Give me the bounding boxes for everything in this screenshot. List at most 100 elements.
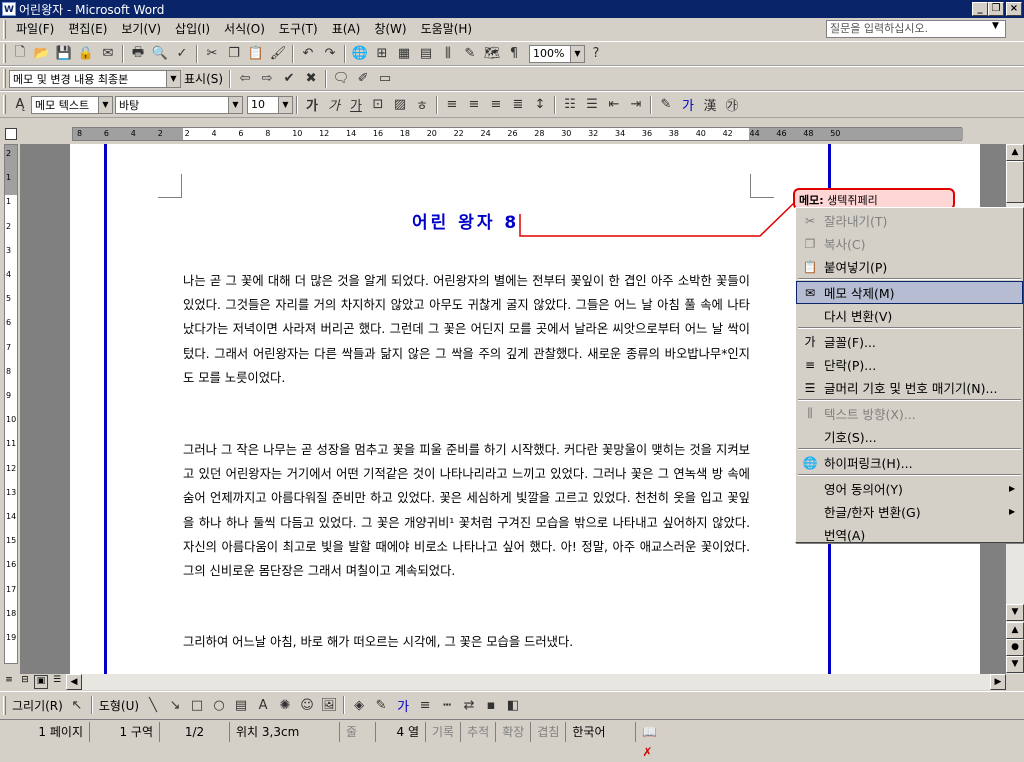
outline-view-button[interactable]: ☰	[50, 675, 64, 689]
status-language[interactable]: 한국어	[566, 722, 637, 742]
print-icon[interactable]: 🖶	[127, 44, 149, 64]
context-menu-item[interactable]: ✉ 메모 삭제(M)	[796, 281, 1023, 304]
menu-help[interactable]: 도움말(H)	[414, 19, 480, 39]
horizontal-ruler[interactable]: 8 6 4 2 2 4 6 8 10 12 14 16 18 20 22 24 26 28 30 32 34 36 38 40…	[0, 124, 1024, 144]
font-color-icon[interactable]: 가	[677, 95, 699, 115]
format-painter-icon[interactable]: 🖌	[267, 44, 289, 64]
underline-icon[interactable]: 가	[345, 95, 367, 115]
scroll-thumb[interactable]	[1006, 161, 1024, 203]
permission-icon[interactable]: 🔒	[75, 44, 97, 64]
web-view-button[interactable]: ⊟	[18, 675, 32, 689]
horizontal-scrollbar[interactable]: ≡ ⊟ ▣ ☰ ◀ ▶	[0, 674, 1024, 691]
autoshapes-button[interactable]: 도형(U)	[96, 697, 142, 714]
menu-insert[interactable]: 삽입(I)	[168, 19, 217, 39]
bullets-icon[interactable]: ☰	[581, 95, 603, 115]
show-menu-button[interactable]: 표시(S)	[181, 70, 226, 87]
menubar-grip[interactable]	[3, 19, 6, 39]
align-right-icon[interactable]: ≡	[485, 95, 507, 115]
justify-icon[interactable]: ≣	[507, 95, 529, 115]
restore-button[interactable]: ❐	[988, 2, 1004, 16]
drawing-grip[interactable]	[3, 695, 6, 715]
help-question-input[interactable]: 질문을 입력하십시오.	[826, 20, 1006, 38]
toolbar-grip[interactable]	[3, 44, 6, 63]
display-for-review-select[interactable]: 메모 및 변경 내용 최종본 ▼	[9, 69, 181, 88]
print-layout-button[interactable]: ▣	[34, 675, 48, 689]
spelling-status-icon[interactable]: 📖✗	[636, 722, 668, 759]
size-dropdown-icon[interactable]: ▼	[278, 96, 292, 113]
3d-icon[interactable]: ◧	[502, 695, 524, 715]
context-menu-item[interactable]: 번역(A)	[796, 523, 1023, 546]
phonetic-guide-icon[interactable]: ㅎ	[411, 95, 433, 115]
tables-borders-icon[interactable]: ⊞	[371, 44, 393, 64]
drawing-icon[interactable]: ✎	[459, 44, 481, 64]
dash-style-icon[interactable]: ┅	[436, 695, 458, 715]
context-menu-item[interactable]: 📋 붙여넣기(P)	[796, 255, 1023, 278]
diagram-icon[interactable]: ✺	[274, 695, 296, 715]
line-icon[interactable]: ╲	[142, 695, 164, 715]
reviewing-grip[interactable]	[3, 69, 6, 88]
spelling-icon[interactable]: ✓	[171, 44, 193, 64]
browse-object-button[interactable]: ●	[1006, 639, 1024, 656]
reviewing-pane-icon[interactable]: ▭	[374, 69, 396, 89]
previous-page-button[interactable]: ▲	[1006, 622, 1024, 639]
font-select[interactable]: 바탕 ▼	[115, 95, 243, 114]
email-icon[interactable]: ✉	[97, 44, 119, 64]
context-menu-item[interactable]: 한글/한자 변환(G) ▶	[796, 500, 1023, 523]
normal-view-button[interactable]: ≡	[2, 675, 16, 689]
document-map-icon[interactable]: 🗺	[481, 44, 503, 64]
highlight-icon[interactable]: ✎	[655, 95, 677, 115]
picture-icon[interactable]: 🖼	[318, 695, 340, 715]
line-spacing-icon[interactable]: ↕	[529, 95, 551, 115]
enclose-char-icon[interactable]: ㉮	[721, 95, 743, 115]
menu-format[interactable]: 서식(O)	[217, 19, 272, 39]
select-objects-icon[interactable]: ↖	[66, 695, 88, 715]
arrow-style-icon[interactable]: ⇄	[458, 695, 480, 715]
next-page-button[interactable]: ▼	[1006, 656, 1024, 673]
bold-icon[interactable]: 가	[301, 95, 323, 115]
style-select[interactable]: 메모 텍스트 ▼	[31, 95, 113, 114]
status-track[interactable]: 추적	[461, 722, 497, 742]
fill-color-icon[interactable]: ◈	[348, 695, 370, 715]
draw-menu-button[interactable]: 그리기(R)	[9, 697, 66, 714]
arrow-icon[interactable]: ↘	[164, 695, 186, 715]
open-folder-icon[interactable]: 📂	[31, 44, 53, 64]
shadow-icon[interactable]: ▪	[480, 695, 502, 715]
minimize-button[interactable]: _	[972, 2, 988, 16]
cut-icon[interactable]: ✂	[201, 44, 223, 64]
wordart-icon[interactable]: A	[252, 695, 274, 715]
scroll-left-button[interactable]: ◀	[66, 674, 82, 690]
hyperlink-icon[interactable]: 🌐	[349, 44, 371, 64]
menu-edit[interactable]: 편집(E)	[61, 19, 114, 39]
menu-view[interactable]: 보기(V)	[114, 19, 168, 39]
oval-icon[interactable]: ○	[208, 695, 230, 715]
help-icon[interactable]: ?	[585, 44, 607, 64]
context-menu-item[interactable]: ≡ 단락(P)...	[796, 353, 1023, 376]
scroll-down-button[interactable]: ▼	[1006, 604, 1024, 621]
redo-icon[interactable]: ↷	[319, 44, 341, 64]
menu-window[interactable]: 창(W)	[367, 19, 413, 39]
copy-icon[interactable]: ❐	[223, 44, 245, 64]
context-menu-item[interactable]: 다시 변환(V)	[796, 304, 1023, 327]
menu-tools[interactable]: 도구(T)	[272, 19, 325, 39]
status-record[interactable]: 기록	[426, 722, 462, 742]
char-border-icon[interactable]: ⊡	[367, 95, 389, 115]
context-menu-item[interactable]: ☰ 글머리 기호 및 번호 매기기(N)...	[796, 376, 1023, 399]
zoom-select[interactable]: 100% ▼	[529, 44, 585, 63]
align-left-icon[interactable]: ≡	[441, 95, 463, 115]
context-menu-item[interactable]: 기호(S)...	[796, 425, 1023, 448]
textbox-icon[interactable]: ▤	[230, 695, 252, 715]
status-extend[interactable]: 확장	[496, 722, 532, 742]
context-menu-item[interactable]: 영어 동의어(Y) ▶	[796, 477, 1023, 500]
track-changes-icon[interactable]: ✐	[352, 69, 374, 89]
new-document-icon[interactable]: 🗋	[9, 44, 31, 64]
undo-icon[interactable]: ↶	[297, 44, 319, 64]
draw-font-color-icon[interactable]: 가	[392, 695, 414, 715]
review-dropdown-icon[interactable]: ▼	[166, 70, 180, 87]
rectangle-icon[interactable]: □	[186, 695, 208, 715]
decrease-indent-icon[interactable]: ⇤	[603, 95, 625, 115]
previous-change-icon[interactable]: ⇦	[234, 69, 256, 89]
formatting-grip[interactable]	[3, 95, 6, 114]
print-preview-icon[interactable]: 🔍	[149, 44, 171, 64]
line-color-icon[interactable]: ✎	[370, 695, 392, 715]
close-button[interactable]: ×	[1006, 2, 1022, 16]
